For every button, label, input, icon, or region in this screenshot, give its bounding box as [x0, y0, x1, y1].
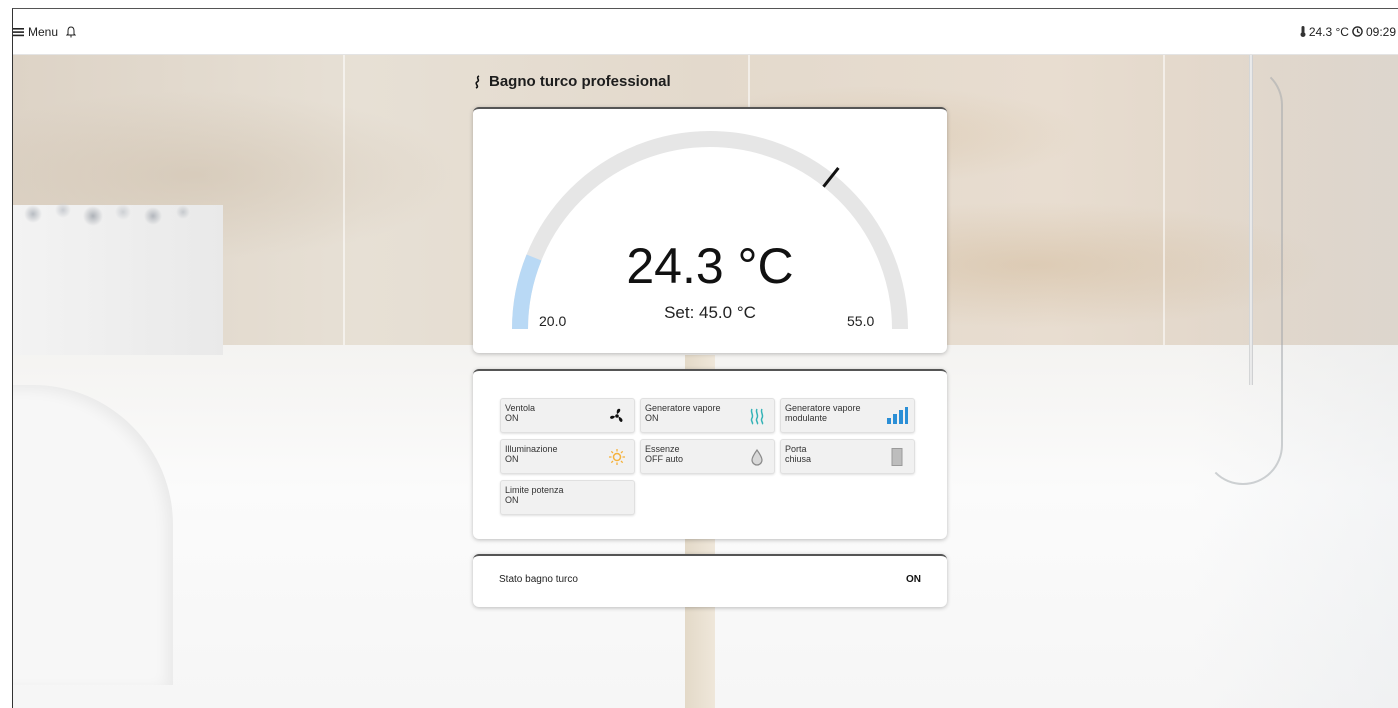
hamburger-icon[interactable] — [13, 27, 24, 37]
wall-seam — [1163, 55, 1165, 355]
gauge-track — [512, 131, 908, 330]
top-bar: Menu 24.3 °C 09:29 — [13, 9, 1398, 55]
bell-icon[interactable] — [66, 25, 77, 38]
steam-waves-icon — [746, 405, 768, 427]
device-tile-porta[interactable]: Porta chiusa — [780, 439, 915, 474]
thermometer-icon — [1300, 26, 1306, 37]
drop-icon — [746, 446, 768, 468]
devices-card: Ventola ON Generatore vapore ON Generato… — [473, 369, 947, 539]
menu-area: Menu — [13, 25, 77, 39]
page-title-text: Bagno turco professional — [489, 73, 671, 90]
device-tile-limite-potenza[interactable]: Limite potenza ON — [500, 480, 635, 515]
device-tile-illuminazione[interactable]: Illuminazione ON — [500, 439, 635, 474]
device-state: ON — [505, 495, 519, 505]
door-icon — [886, 446, 908, 468]
shower-hose — [1203, 65, 1283, 485]
device-tile-ventola[interactable]: Ventola ON — [500, 398, 635, 433]
steam-icon — [473, 74, 483, 89]
status-area: 24.3 °C 09:29 — [1300, 25, 1396, 39]
gauge-min-label: 20.0 — [539, 313, 567, 329]
sun-icon — [606, 446, 628, 468]
menu-button[interactable]: Menu — [28, 25, 58, 39]
device-name: Limite potenza — [505, 485, 564, 495]
current-temperature: 24.3 °C — [626, 238, 794, 294]
page-title: Bagno turco professional — [473, 73, 671, 90]
status-card[interactable]: Stato bagno turco ON — [473, 554, 947, 607]
wall-seam — [343, 55, 345, 355]
device-tile-essenze[interactable]: Essenze OFF auto — [640, 439, 775, 474]
status-label: Stato bagno turco — [499, 574, 578, 585]
device-tile-generatore-modulante[interactable]: Generatore vapore modulante — [780, 398, 915, 433]
topbar-temperature: 24.3 °C — [1308, 24, 1349, 39]
clock-icon — [1352, 26, 1363, 37]
fan-icon — [606, 405, 628, 427]
device-tile-generatore-vapore[interactable]: Generatore vapore ON — [640, 398, 775, 433]
signal-bars-icon — [886, 405, 908, 427]
sauna-stones — [13, 200, 203, 228]
temperature-gauge-card: 24.3 °C Set: 45.0 °C 20.0 55.0 — [473, 107, 947, 353]
app-frame: Menu 24.3 °C 09:29 Bagno turco professio… — [12, 8, 1398, 708]
gauge-max-label: 55.0 — [847, 313, 875, 329]
topbar-time: 09:29 — [1365, 24, 1396, 39]
status-value: ON — [906, 574, 921, 585]
